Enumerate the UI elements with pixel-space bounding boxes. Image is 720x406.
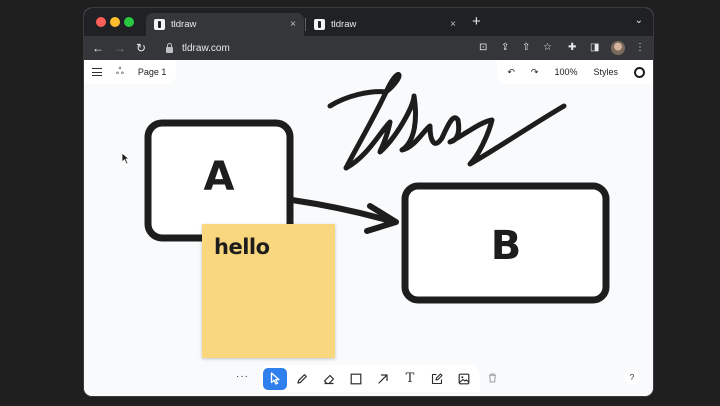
zoom-level[interactable]: 100% <box>554 67 577 77</box>
sticky-note[interactable]: hello <box>202 224 335 358</box>
minimize-window-button[interactable] <box>110 17 120 27</box>
mouse-cursor-icon <box>121 152 130 165</box>
tldraw-favicon-icon <box>154 19 165 30</box>
select-pointer-icon <box>270 372 280 385</box>
new-tab-button[interactable]: + <box>472 13 481 30</box>
arrow-tool[interactable] <box>371 368 395 390</box>
tab-title: tldraw <box>171 19 197 30</box>
arrow-icon <box>378 373 388 384</box>
color-circle-icon[interactable] <box>634 66 645 78</box>
styles-button[interactable]: Styles <box>593 67 618 77</box>
draw-tool[interactable] <box>290 368 314 390</box>
tab-strip: tldraw × tldraw × + ⌄ <box>84 8 653 36</box>
share-icon[interactable]: ⇪ <box>501 41 509 55</box>
more-actions-button[interactable]: ··· <box>236 371 249 382</box>
extensions-icon[interactable]: ✚ <box>568 41 576 55</box>
install-app-icon[interactable]: ⊡ <box>479 41 487 55</box>
hamburger-menu-icon[interactable] <box>92 68 102 76</box>
note-icon <box>431 372 443 384</box>
upload-icon[interactable]: ⇧ <box>522 41 530 55</box>
maximize-window-button[interactable] <box>124 17 134 27</box>
browser-menu-icon[interactable]: ⋮ <box>635 41 645 55</box>
eraser-tool[interactable] <box>317 368 341 390</box>
reload-button[interactable]: ↻ <box>136 40 146 56</box>
trash-icon[interactable] <box>488 373 497 383</box>
browser-toolbar: ← → ↻ tldraw.com ⊡ ⇪ ⇧ ☆ ✚ ◨ ⋮ <box>84 36 653 60</box>
tab-search-button[interactable]: ⌄ <box>635 15 643 26</box>
bookmark-star-icon[interactable]: ☆ <box>543 41 552 55</box>
menu-panel: ஃ Page 1 <box>84 60 177 84</box>
lock-icon[interactable] <box>166 42 173 53</box>
note-tool[interactable] <box>425 368 449 390</box>
browser-window: tldraw × tldraw × + ⌄ ← → ↻ tldraw.com ⊡… <box>84 8 653 396</box>
text-icon: T <box>405 371 415 386</box>
back-button[interactable]: ← <box>92 40 104 56</box>
side-panel-icon[interactable]: ◨ <box>590 41 599 55</box>
eraser-icon <box>323 374 335 384</box>
forward-button[interactable]: → <box>114 40 126 56</box>
tldraw-favicon-icon <box>314 19 325 30</box>
select-tool[interactable] <box>263 367 287 390</box>
tab-tldraw[interactable]: tldraw × <box>306 13 464 36</box>
rectangle-icon <box>350 373 362 384</box>
image-icon <box>458 373 470 384</box>
tab-close-icon[interactable]: × <box>450 19 456 30</box>
help-button[interactable]: ? <box>624 369 640 385</box>
image-tool[interactable] <box>452 368 476 390</box>
redo-icon[interactable]: ↷ <box>531 67 539 78</box>
pencil-icon <box>297 373 307 384</box>
shape-a-label: A <box>204 154 235 200</box>
style-panel: ↶ ↷ 100% Styles <box>497 60 653 84</box>
rectangle-tool[interactable] <box>344 368 368 390</box>
address-bar[interactable]: tldraw.com <box>158 39 482 57</box>
text-tool[interactable]: T <box>398 368 422 390</box>
close-window-button[interactable] <box>96 17 106 27</box>
canvas-drawing: A B <box>144 72 610 304</box>
tab-close-icon[interactable]: × <box>290 19 296 30</box>
tab-title: tldraw <box>331 19 357 30</box>
undo-icon[interactable]: ↶ <box>507 67 515 78</box>
profile-avatar[interactable] <box>611 41 625 55</box>
tool-bar: T <box>260 365 480 392</box>
page-menu[interactable]: Page 1 <box>138 67 167 77</box>
tab-tldraw-active[interactable]: tldraw × <box>146 13 304 36</box>
freehand-drawing[interactable] <box>327 72 567 171</box>
url-text: tldraw.com <box>182 42 230 54</box>
people-icon[interactable]: ஃ <box>116 66 124 78</box>
sticky-note-text: hello <box>214 235 270 259</box>
shape-b-label: B <box>491 223 522 269</box>
tldraw-canvas[interactable]: A B ஃ Page 1 ↶ ↷ 100% Styles hello ··· T… <box>84 60 653 396</box>
